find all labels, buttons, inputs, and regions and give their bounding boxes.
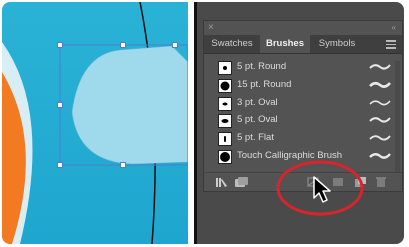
brush-libraries-icon[interactable] <box>216 177 228 187</box>
round-brush-icon <box>218 61 232 75</box>
brush-item-3pt-oval[interactable]: 3 pt. Oval <box>204 95 402 111</box>
panel-tabbar: Swatches Brushes Symbols <box>204 35 402 54</box>
brushes-panel: × « Swatches Brushes Symbols 5 pt. Round… <box>203 20 403 192</box>
brush-stroke-preview-icon <box>369 81 391 88</box>
close-panel-icon[interactable]: × <box>208 23 214 33</box>
new-brush-icon[interactable] <box>354 177 366 187</box>
brush-item-15pt-round[interactable]: 15 pt. Round <box>204 77 402 93</box>
brush-label: 5 pt. Round <box>237 61 287 72</box>
brush-label: Touch Calligraphic Brush <box>237 149 343 161</box>
options-of-selected-object-icon[interactable] <box>332 177 344 187</box>
tab-swatches[interactable]: Swatches <box>206 35 258 53</box>
brush-item-5pt-oval[interactable]: 5 pt. Oval <box>204 112 402 129</box>
delete-brush-icon[interactable] <box>376 177 386 187</box>
round-brush-icon <box>218 78 232 93</box>
brush-stroke-preview-icon <box>369 153 391 159</box>
brush-stroke-preview-icon <box>369 64 391 70</box>
selected-shape <box>71 45 188 165</box>
brush-item-touch-calligraphic[interactable]: Touch Calligraphic Brush <box>204 148 402 164</box>
brush-stroke-preview-icon <box>369 117 391 123</box>
panel-scrollbar[interactable] <box>395 61 400 173</box>
app-window: × « Swatches Brushes Symbols 5 pt. Round… <box>2 2 404 244</box>
selection-handle <box>172 42 178 48</box>
brush-item-5pt-round[interactable]: 5 pt. Round <box>204 59 402 75</box>
selection-handle <box>57 162 63 168</box>
panel-bottom-toolbar <box>204 172 402 191</box>
brush-stroke-preview-icon <box>369 135 391 141</box>
tab-brushes[interactable]: Brushes <box>260 35 310 53</box>
mouse-pointer-icon <box>313 176 331 203</box>
brush-list: 5 pt. Round 15 pt. Round 3 pt. Oval 5 pt… <box>204 59 402 166</box>
brush-item-5pt-flat[interactable]: 5 pt. Flat <box>204 130 402 147</box>
selection-handle <box>120 42 126 48</box>
selection-handle <box>57 102 63 108</box>
brush-label: 15 pt. Round <box>237 78 292 90</box>
artboard-canvas[interactable] <box>2 2 188 244</box>
panel-menu-icon[interactable] <box>386 38 396 50</box>
brush-label: 5 pt. Oval <box>237 114 278 126</box>
oval-brush-icon <box>218 96 232 111</box>
selection-handle <box>120 162 126 168</box>
brush-label: 5 pt. Flat <box>237 132 274 144</box>
round-brush-icon <box>218 149 232 164</box>
tab-symbols[interactable]: Symbols <box>312 35 362 53</box>
libraries-panel-icon[interactable] <box>235 177 248 187</box>
collapse-panel-icon[interactable]: « <box>392 23 396 33</box>
brush-label: 3 pt. Oval <box>237 96 278 108</box>
selection-handle <box>57 42 63 48</box>
artwork <box>2 2 188 244</box>
brush-stroke-preview-icon <box>369 100 391 105</box>
oval-brush-icon <box>218 114 232 129</box>
flat-brush-icon <box>218 132 232 147</box>
